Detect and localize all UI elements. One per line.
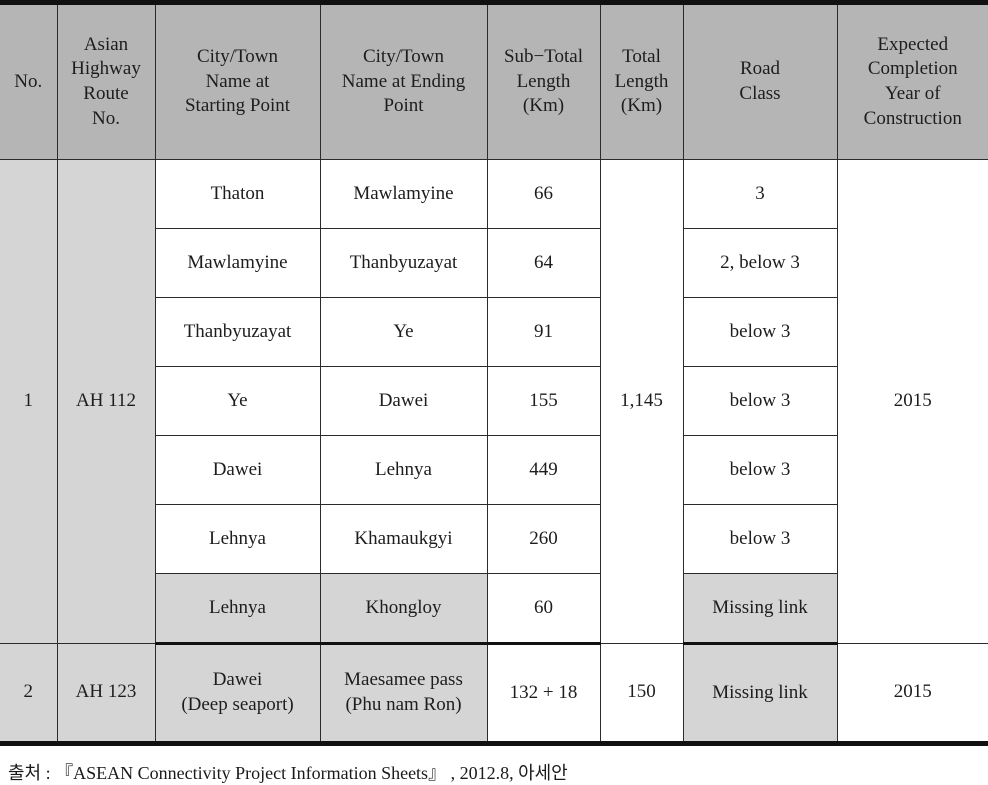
header-line: Asian (83, 33, 129, 55)
header-line: Starting Point (184, 95, 291, 117)
table-body: 1 AH 112 Thaton Mawlamyine 66 1,145 3 2015 Mawla… (0, 159, 988, 744)
table-row: 1 AH 112 Thaton Mawlamyine 66 1,145 3 2015 (0, 159, 988, 644)
cell-road-class: below 3 (682, 297, 837, 367)
header-row: No. Asian Highway Route No. City/Town Na… (0, 2, 988, 160)
cell-ending-point: Dawei (319, 366, 488, 436)
cell-starting-point: Dawei (Deep seaport) (154, 643, 321, 744)
cell-starting-point: Dawei (155, 435, 321, 505)
column-header-total-length: Total Length (Km) (599, 2, 684, 160)
header-line: Highway (71, 58, 141, 80)
column-header-route-no: Asian Highway Route No. (56, 2, 156, 160)
cell-sub-total-length: 66 (486, 159, 601, 229)
header-line: (Km) (620, 95, 663, 117)
cell-sub-total-length: 155 (486, 366, 601, 436)
table-header: No. Asian Highway Route No. City/Town Na… (0, 2, 988, 160)
cell-ending-point: Thanbyuzayat (319, 228, 488, 298)
cell-starting-point: Lehnya (155, 504, 321, 574)
column-header-starting-point: City/Town Name at Starting Point (154, 2, 321, 160)
cell-total-length: 1,145 (599, 159, 684, 644)
cell-ending-point: Ye (319, 297, 488, 367)
cell-ending-point: Khamaukgyi (319, 504, 488, 574)
cell-route-no: AH 123 (56, 643, 156, 744)
cell-line: Maesamee pass (344, 669, 463, 691)
cell-sub-total-length: 132 + 18 (486, 643, 601, 744)
header-line: Name at (205, 70, 270, 92)
cell-road-class: Missing link (682, 643, 838, 744)
header-line: Total (622, 45, 661, 67)
cell-sub-total-length: 91 (486, 297, 601, 367)
cell-line: (Deep seaport) (181, 694, 294, 715)
cell-starting-point: Lehnya (155, 573, 321, 645)
header-line: Class (739, 83, 781, 104)
cell-ending-point: Lehnya (319, 435, 488, 505)
cell-road-class: Missing link (682, 573, 837, 645)
cell-starting-point: Thaton (154, 159, 321, 229)
header-line: City/Town (196, 45, 278, 67)
cell-route-no: AH 112 (56, 159, 156, 644)
cell-road-class: 2, below 3 (682, 228, 837, 298)
cell-road-class: below 3 (682, 435, 837, 505)
column-header-no: No. (0, 2, 58, 160)
cell-line: (Phu nam Ron) (345, 694, 462, 715)
header-line: Construction (863, 107, 962, 129)
column-header-expected-completion-year: Expected Completion Year of Construction (836, 2, 988, 160)
header-line: Road (739, 58, 781, 80)
cell-starting-point: Mawlamyine (155, 228, 321, 298)
cell-starting-point: Thanbyuzayat (155, 297, 321, 367)
cell-group-no: 1 (0, 159, 58, 644)
cell-expected-year: 2015 (836, 159, 988, 644)
cell-sub-total-length: 260 (486, 504, 601, 574)
document-page: No. Asian Highway Route No. City/Town Na… (0, 0, 988, 783)
header-line: City/Town (362, 45, 444, 67)
header-line: Length (614, 70, 669, 92)
cell-road-class: below 3 (682, 504, 837, 574)
header-line: Expected (877, 33, 949, 55)
header-line: Completion (867, 58, 958, 80)
column-header-road-class: Road Class (682, 2, 838, 160)
cell-sub-total-length: 449 (486, 435, 601, 505)
cell-ending-point: Mawlamyine (319, 159, 488, 229)
cell-group-no: 2 (0, 643, 58, 744)
cell-road-class: 3 (682, 159, 838, 229)
cell-line: Dawei (212, 669, 263, 691)
header-line: No. (92, 107, 120, 129)
header-line: No. (14, 70, 43, 92)
cell-sub-total-length: 60 (486, 573, 601, 645)
header-line: Year of (884, 83, 941, 104)
header-line: Sub−Total (503, 45, 584, 67)
asian-highway-table: No. Asian Highway Route No. City/Town Na… (0, 0, 988, 746)
column-header-sub-total-length: Sub−Total Length (Km) (486, 2, 601, 160)
header-line: (Km) (522, 95, 565, 117)
cell-road-class: below 3 (682, 366, 837, 436)
header-line: Name at Ending (341, 70, 466, 92)
cell-expected-year: 2015 (836, 643, 988, 744)
cell-ending-point: Khongloy (319, 573, 488, 645)
table-row: 2 AH 123 Dawei (Deep seaport) Maesamee pass (… (0, 643, 988, 744)
cell-total-length: 150 (599, 643, 684, 744)
cell-ending-point: Maesamee pass (Phu nam Ron) (319, 643, 488, 744)
header-line: Point (383, 95, 424, 117)
cell-sub-total-length: 64 (486, 228, 601, 298)
header-line: Length (516, 70, 571, 92)
column-header-ending-point: City/Town Name at Ending Point (319, 2, 488, 160)
header-line: Route (83, 83, 129, 104)
cell-starting-point: Ye (155, 366, 321, 436)
source-caption: 출처 : 『ASEAN Connectivity Project Informa… (8, 763, 568, 783)
